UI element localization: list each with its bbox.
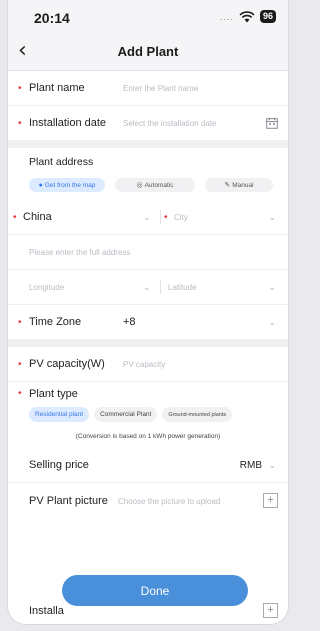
required-mark: • bbox=[18, 82, 22, 94]
required-mark: • bbox=[18, 117, 22, 129]
selling-price-label: Selling price bbox=[29, 459, 89, 471]
auto-locate-icon: ◎ bbox=[136, 182, 143, 189]
installation-date-row[interactable]: • Installation date Select the installat… bbox=[8, 106, 288, 141]
mode-manual-button[interactable]: ✎ Manual bbox=[205, 178, 273, 192]
time-zone-label: Time Zone bbox=[29, 316, 82, 328]
mode-map-button[interactable]: ● Get from the map bbox=[29, 178, 105, 192]
city-select[interactable]: City bbox=[174, 213, 188, 222]
conversion-note: (Conversion is based on 1 kWh power gene… bbox=[75, 433, 221, 440]
country-city-row: • China ⌄ • City ⌄ bbox=[8, 200, 288, 235]
plant-name-label: Plant name bbox=[29, 82, 85, 94]
address-mode-selector: ● Get from the map ◎ Automatic ✎ Manual bbox=[8, 174, 288, 200]
installation-picture-label: Installa bbox=[29, 605, 64, 617]
pv-plant-picture-hint: Choose the picture to upload bbox=[118, 497, 221, 506]
status-icons: .... 96 bbox=[220, 10, 276, 23]
plant-type-residential[interactable]: Residential plant bbox=[29, 407, 90, 422]
plant-type-block: • Plant type Residential plant Commercia… bbox=[8, 382, 288, 448]
page-title: Add Plant bbox=[117, 44, 179, 59]
installation-date-input[interactable]: Select the installation date bbox=[123, 119, 216, 128]
status-time: 20:14 bbox=[34, 10, 70, 26]
full-address-input[interactable]: Please enter the full address bbox=[29, 248, 130, 257]
form-section-basic: • Plant name Enter the Plant name • Inst… bbox=[8, 71, 288, 141]
chevron-down-icon[interactable]: ⌄ bbox=[268, 212, 276, 223]
section-divider bbox=[8, 141, 288, 148]
section-divider bbox=[8, 340, 288, 347]
required-mark: • bbox=[18, 358, 22, 370]
wifi-icon bbox=[239, 10, 255, 22]
nav-bar: ‹ Add Plant bbox=[8, 34, 288, 71]
mode-manual-label: Manual bbox=[232, 181, 254, 189]
full-address-row[interactable]: Please enter the full address bbox=[8, 235, 288, 270]
chevron-down-icon[interactable]: ⌄ bbox=[268, 460, 276, 471]
plant-type-commercial[interactable]: Commercial Plant bbox=[94, 407, 158, 422]
chevron-down-icon[interactable]: ⌄ bbox=[143, 212, 151, 223]
add-picture-icon[interactable]: + bbox=[263, 493, 278, 508]
field-divider bbox=[160, 210, 161, 224]
pv-plant-picture-label: PV Plant picture bbox=[29, 495, 108, 507]
plant-type-label: Plant type bbox=[29, 388, 78, 400]
calendar-icon[interactable] bbox=[266, 117, 278, 129]
chevron-down-icon[interactable]: ⌄ bbox=[268, 282, 276, 293]
installation-date-label: Installation date bbox=[29, 117, 107, 129]
mode-map-label: Get from the map bbox=[44, 181, 96, 189]
selling-price-row[interactable]: Selling price RMB ⌄ bbox=[8, 448, 288, 483]
mode-automatic-button[interactable]: ◎ Automatic bbox=[115, 178, 195, 192]
phone-screen: 20:14 .... 96 ‹ Add Plant • Plant name E… bbox=[8, 0, 288, 624]
time-zone-row[interactable]: • Time Zone +8 ⌄ bbox=[8, 305, 288, 340]
country-select[interactable]: China bbox=[23, 211, 52, 223]
longitude-input[interactable]: Longitude bbox=[29, 283, 64, 292]
plant-address-title: Plant address bbox=[29, 156, 94, 168]
signal-icon: .... bbox=[219, 11, 234, 22]
time-zone-value[interactable]: +8 bbox=[123, 316, 136, 328]
currency-select[interactable]: RMB bbox=[240, 460, 262, 471]
latitude-input[interactable]: Latitude bbox=[168, 283, 196, 292]
plant-address-section: Plant address ● Get from the map ◎ Autom… bbox=[8, 148, 288, 340]
chevron-down-icon[interactable]: ⌄ bbox=[268, 317, 276, 328]
chevron-down-icon[interactable]: ⌄ bbox=[143, 282, 151, 293]
required-mark: • bbox=[18, 316, 22, 328]
pv-capacity-input[interactable]: PV capacity bbox=[123, 360, 165, 369]
status-bar: 20:14 .... 96 bbox=[8, 0, 288, 34]
coordinates-row: Longitude ⌄ Latitude ⌄ bbox=[8, 270, 288, 305]
battery-icon: 96 bbox=[259, 10, 276, 23]
plant-name-row[interactable]: • Plant name Enter the Plant name bbox=[8, 71, 288, 106]
add-installation-picture-icon[interactable]: + bbox=[263, 603, 278, 618]
required-mark: • bbox=[13, 211, 17, 223]
required-mark: • bbox=[18, 388, 22, 399]
plant-type-options: Residential plant Commercial Plant Groun… bbox=[29, 407, 233, 422]
pv-capacity-label: PV capacity(W) bbox=[29, 358, 105, 370]
done-button[interactable]: Done bbox=[62, 575, 248, 606]
pencil-icon: ✎ bbox=[224, 182, 231, 189]
mode-automatic-label: Automatic bbox=[144, 181, 174, 189]
location-pin-icon: ● bbox=[38, 181, 43, 189]
pv-capacity-row[interactable]: • PV capacity(W) PV capacity bbox=[8, 347, 288, 382]
field-divider bbox=[160, 280, 161, 294]
plant-name-input[interactable]: Enter the Plant name bbox=[123, 84, 198, 93]
required-mark: • bbox=[164, 211, 168, 223]
plant-type-ground-mounted[interactable]: Ground-mounted plants bbox=[162, 407, 233, 422]
